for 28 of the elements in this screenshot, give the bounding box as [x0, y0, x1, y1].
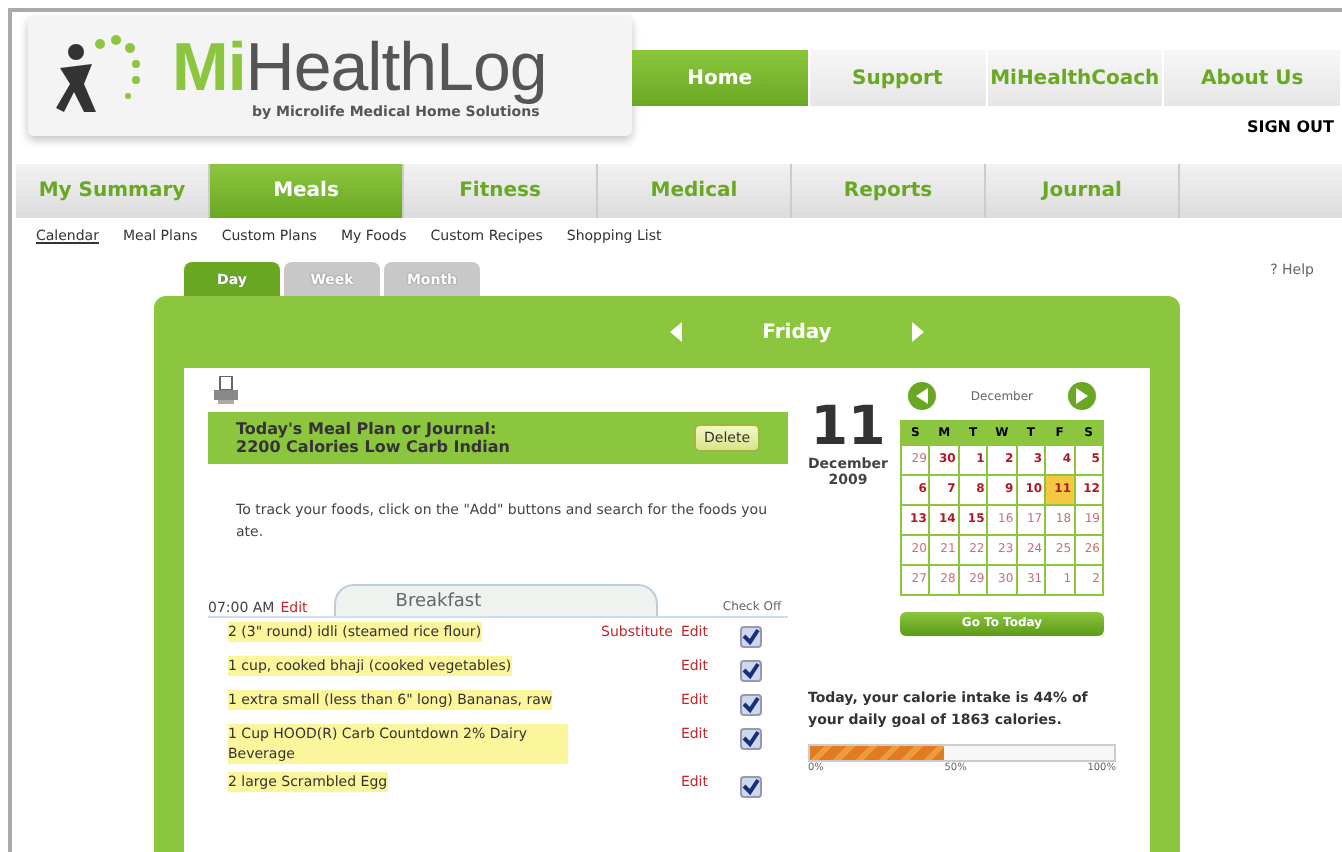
right-triangle-icon	[1075, 388, 1088, 404]
left-triangle-icon	[670, 322, 683, 342]
checkbox[interactable]	[740, 728, 762, 750]
next-month-button[interactable]	[1067, 382, 1096, 410]
main-tab[interactable]: Fitness	[404, 164, 598, 218]
main-tab[interactable]: My Summary	[16, 164, 210, 218]
logo-wordmark: MiHealthLog	[172, 32, 547, 104]
main-tab[interactable]: Journal	[986, 164, 1180, 218]
main-tab[interactable]: Meals	[210, 164, 404, 218]
previous-month-button[interactable]	[907, 382, 936, 410]
printer-icon[interactable]	[212, 376, 240, 404]
sign-out-link[interactable]: SIGN OUT	[1246, 118, 1334, 136]
checkbox[interactable]	[740, 660, 762, 682]
top-nav-tab[interactable]: MiHealthCoach	[987, 50, 1165, 106]
meal-plan-name: 2200 Calories Low Carb Indian	[236, 438, 510, 456]
checkbox[interactable]	[740, 694, 762, 716]
checkbox[interactable]	[740, 626, 762, 648]
right-triangle-icon	[911, 322, 924, 342]
day-title: Friday	[762, 321, 832, 343]
left-triangle-icon	[915, 388, 928, 404]
top-nav-tab[interactable]: Home	[632, 50, 810, 106]
top-nav-tab[interactable]: Support	[809, 50, 987, 106]
main-tab[interactable]: Medical	[598, 164, 792, 218]
main-tab[interactable]: Reports	[792, 164, 986, 218]
checkbox[interactable]	[740, 776, 762, 798]
date-day: 11	[810, 400, 886, 456]
top-nav-tab[interactable]: About Us	[1164, 50, 1342, 106]
meal-plan-label: Today's Meal Plan or Journal:	[236, 420, 499, 438]
